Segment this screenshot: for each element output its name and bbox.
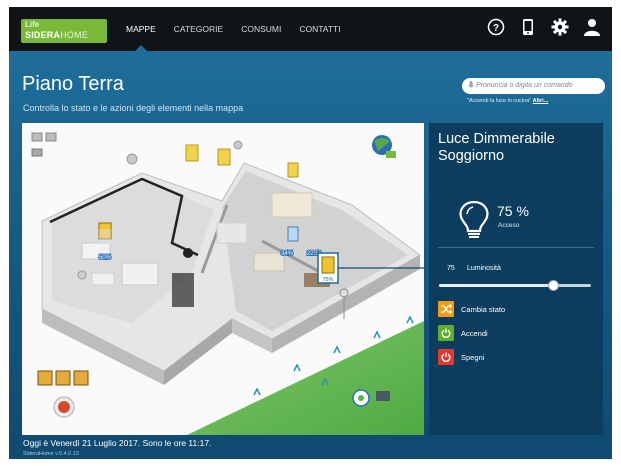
map-label-selected: 75% [322, 277, 333, 283]
phone-icon[interactable] [518, 17, 538, 37]
brightness-slider[interactable] [439, 280, 591, 291]
toggle-state-button[interactable]: Cambia stato [438, 301, 505, 317]
nav-item-mappe[interactable]: MAPPE [117, 7, 165, 52]
logo-line2: SIDERAHOME [25, 30, 89, 40]
page-title: Piano Terra [22, 73, 124, 95]
siderahome-logo[interactable]: Life SIDERAHOME [21, 19, 107, 43]
brightness-slider-fill [439, 284, 553, 287]
voice-command-input[interactable]: Pronuncia o digita un comando [462, 78, 605, 94]
turn-off-label: Spegni [461, 352, 485, 362]
power-icon [438, 325, 454, 341]
nav-item-consumi[interactable]: CONSUMI [232, 7, 290, 51]
user-icon[interactable] [582, 17, 602, 37]
panel-divider [438, 247, 594, 248]
brightness-value: 75 [447, 265, 455, 272]
help-icon[interactable]: ? [486, 17, 506, 37]
top-navigation-bar: Life SIDERAHOME MAPPE CATEGORIE CONSUMI … [9, 7, 612, 52]
svg-text:?: ? [493, 23, 499, 34]
light-bulb-icon [457, 200, 491, 245]
map-label-room1: 50% [99, 255, 112, 261]
page-subtitle: Controlla lo stato e le azioni degli ele… [23, 103, 244, 113]
voice-more-link[interactable]: Altri... [533, 98, 549, 104]
footer-date: Oggi è Venerdì 21 Luglio 2017. Sono le o… [23, 438, 212, 448]
voice-placeholder: Pronuncia o digita un comando [476, 82, 573, 89]
nav-item-categorie[interactable]: CATEGORIE [165, 7, 232, 51]
main-nav: MAPPE CATEGORIE CONSUMI CONTATTI [117, 7, 350, 52]
brightness-label: Luminosità [467, 265, 501, 272]
microphone-icon [468, 81, 474, 97]
map-label-room2: 34% [281, 251, 294, 257]
voice-hint: "Accendi la luce in cucina" Altri... [467, 98, 549, 104]
top-icon-group: ? [486, 17, 602, 37]
toggle-state-label: Cambia stato [461, 304, 506, 314]
gear-icon[interactable] [550, 17, 570, 37]
footer-version: SideraHome v.5.4.0.13 [23, 451, 79, 457]
turn-off-button[interactable]: Spegni [438, 349, 484, 365]
turn-on-label: Accendi [461, 328, 488, 338]
floor-map[interactable]: 50% 34% 22.5° 75% [22, 123, 424, 435]
device-title: Luce Dimmerabile Soggiorno [438, 131, 555, 164]
device-state: Acceso [498, 222, 520, 229]
app-window: Life SIDERAHOME MAPPE CATEGORIE CONSUMI … [9, 7, 612, 459]
device-value: 75 % [497, 203, 529, 219]
turn-on-button[interactable]: Accendi [438, 325, 488, 341]
logo-line1: Life [25, 20, 40, 29]
main-content: Piano Terra Controlla lo stato e le azio… [9, 51, 612, 459]
nav-item-contatti[interactable]: CONTATTI [290, 7, 349, 51]
device-detail-panel: Luce Dimmerabile Soggiorno 75 % Acceso 7… [429, 123, 603, 435]
brightness-slider-knob[interactable] [548, 280, 559, 291]
shuffle-icon [438, 301, 454, 317]
power-icon [438, 349, 454, 365]
